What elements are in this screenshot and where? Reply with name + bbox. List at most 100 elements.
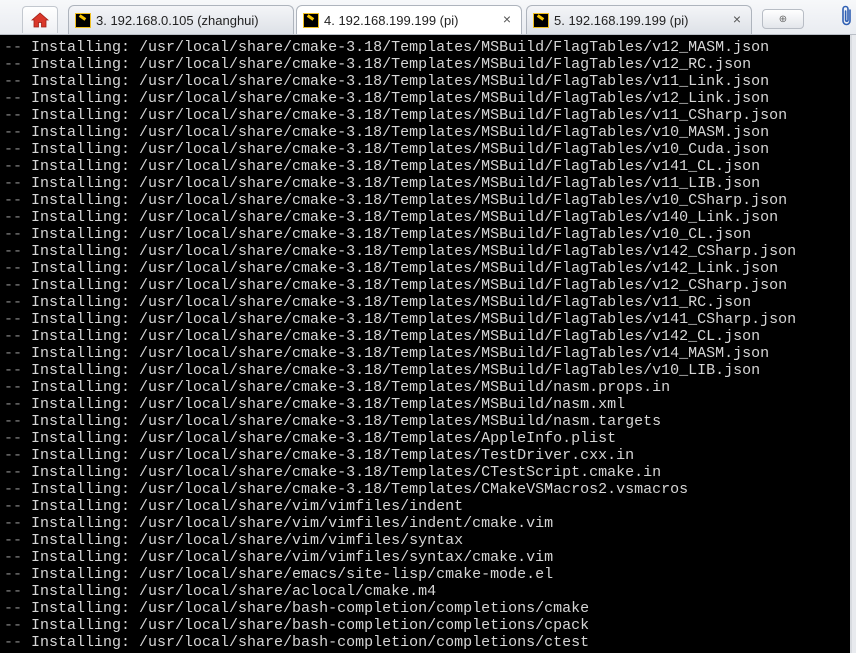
line-text: Installing: /usr/local/share/cmake-3.18/…: [31, 192, 788, 209]
close-icon[interactable]: ×: [503, 11, 511, 27]
terminal-line: -- Installing: /usr/local/share/cmake-3.…: [4, 413, 850, 430]
line-prefix: --: [4, 175, 32, 192]
line-text: Installing: /usr/local/share/cmake-3.18/…: [31, 175, 761, 192]
line-text: Installing: /usr/local/share/cmake-3.18/…: [31, 158, 761, 175]
home-button[interactable]: [22, 6, 58, 33]
terminal-icon: [533, 12, 549, 28]
terminal-line: -- Installing: /usr/local/share/cmake-3.…: [4, 396, 850, 413]
terminal-line: -- Installing: /usr/local/share/cmake-3.…: [4, 73, 850, 90]
line-text: Installing: /usr/local/share/cmake-3.18/…: [31, 413, 662, 430]
line-text: Installing: /usr/local/share/cmake-3.18/…: [31, 464, 662, 481]
tab-session-4[interactable]: 4. 192.168.199.199 (pi) ×: [296, 5, 522, 34]
terminal-line: -- Installing: /usr/local/share/vim/vimf…: [4, 498, 850, 515]
terminal-line: -- Installing: /usr/local/share/cmake-3.…: [4, 277, 850, 294]
terminal-line: -- Installing: /usr/local/share/cmake-3.…: [4, 56, 850, 73]
line-text: Installing: /usr/local/share/cmake-3.18/…: [31, 90, 770, 107]
terminal-line: -- Installing: /usr/local/share/aclocal/…: [4, 583, 850, 600]
line-prefix: --: [4, 39, 32, 56]
line-prefix: --: [4, 243, 32, 260]
line-text: Installing: /usr/local/share/cmake-3.18/…: [31, 311, 797, 328]
line-prefix: --: [4, 90, 32, 107]
line-text: Installing: /usr/local/share/cmake-3.18/…: [31, 124, 770, 141]
line-text: Installing: /usr/local/share/cmake-3.18/…: [31, 107, 788, 124]
line-text: Installing: /usr/local/share/bash-comple…: [31, 634, 590, 651]
line-text: Installing: /usr/local/share/cmake-3.18/…: [31, 294, 752, 311]
line-prefix: --: [4, 447, 32, 464]
line-prefix: --: [4, 634, 32, 651]
terminal-line: -- Installing: /usr/local/share/vim/vimf…: [4, 515, 850, 532]
line-text: Installing: /usr/local/share/emacs/site-…: [31, 566, 554, 583]
line-text: Installing: /usr/local/share/cmake-3.18/…: [31, 141, 770, 158]
terminal-line: -- Installing: /usr/local/share/bash-com…: [4, 634, 850, 651]
line-text: Installing: /usr/local/share/cmake-3.18/…: [31, 56, 752, 73]
line-prefix: --: [4, 532, 32, 549]
line-text: Installing: /usr/local/share/cmake-3.18/…: [31, 39, 770, 56]
terminal-line: -- Installing: /usr/local/share/emacs/si…: [4, 566, 850, 583]
terminal-line: -- Installing: /usr/local/share/cmake-3.…: [4, 260, 850, 277]
terminal-line: -- Installing: /usr/local/share/cmake-3.…: [4, 379, 850, 396]
line-text: Installing: /usr/local/share/cmake-3.18/…: [31, 430, 617, 447]
terminal-line: -- Installing: /usr/local/share/vim/vimf…: [4, 549, 850, 566]
terminal-line: -- Installing: /usr/local/share/bash-com…: [4, 600, 850, 617]
line-prefix: --: [4, 362, 32, 379]
terminal-icon: [75, 12, 91, 28]
tab-session-3[interactable]: 3. 192.168.0.105 (zhanghui): [68, 5, 294, 34]
terminal-line: -- Installing: /usr/local/share/cmake-3.…: [4, 243, 850, 260]
tab-bar: 3. 192.168.0.105 (zhanghui) 4. 192.168.1…: [0, 0, 856, 35]
line-prefix: --: [4, 158, 32, 175]
close-icon[interactable]: ×: [733, 11, 741, 27]
line-prefix: --: [4, 600, 32, 617]
line-prefix: --: [4, 311, 32, 328]
line-text: Installing: /usr/local/share/cmake-3.18/…: [31, 243, 797, 260]
terminal-line: -- Installing: /usr/local/share/cmake-3.…: [4, 447, 850, 464]
line-text: Installing: /usr/local/share/cmake-3.18/…: [31, 226, 752, 243]
line-prefix: --: [4, 56, 32, 73]
line-prefix: --: [4, 549, 32, 566]
line-prefix: --: [4, 396, 32, 413]
terminal-lines: -- Installing: /usr/local/share/cmake-3.…: [0, 35, 850, 651]
new-tab-button[interactable]: ⊕: [762, 9, 804, 29]
terminal-line: -- Installing: /usr/local/share/cmake-3.…: [4, 90, 850, 107]
tab-label: 5. 192.168.199.199 (pi): [554, 12, 689, 28]
terminal-line: -- Installing: /usr/local/share/cmake-3.…: [4, 328, 850, 345]
line-prefix: --: [4, 481, 32, 498]
line-text: Installing: /usr/local/share/cmake-3.18/…: [31, 260, 779, 277]
line-prefix: --: [4, 192, 32, 209]
plus-icon: ⊕: [778, 13, 788, 25]
line-text: Installing: /usr/local/share/cmake-3.18/…: [31, 209, 779, 226]
line-text: Installing: /usr/local/share/vim/vimfile…: [31, 549, 554, 566]
line-prefix: --: [4, 583, 32, 600]
terminal-line: -- Installing: /usr/local/share/cmake-3.…: [4, 124, 850, 141]
line-prefix: --: [4, 141, 32, 158]
line-prefix: --: [4, 413, 32, 430]
line-text: Installing: /usr/local/share/cmake-3.18/…: [31, 396, 626, 413]
terminal-line: -- Installing: /usr/local/share/cmake-3.…: [4, 141, 850, 158]
terminal-line: -- Installing: /usr/local/share/cmake-3.…: [4, 175, 850, 192]
line-text: Installing: /usr/local/share/cmake-3.18/…: [31, 277, 788, 294]
tab-label: 3. 192.168.0.105 (zhanghui): [96, 12, 259, 28]
terminal-line: -- Installing: /usr/local/share/cmake-3.…: [4, 311, 850, 328]
line-prefix: --: [4, 277, 32, 294]
scrollbar[interactable]: [852, 35, 856, 653]
line-text: Installing: /usr/local/share/bash-comple…: [31, 600, 590, 617]
paperclip-icon[interactable]: [838, 4, 856, 28]
line-text: Installing: /usr/local/share/cmake-3.18/…: [31, 73, 770, 90]
line-text: Installing: /usr/local/share/aclocal/cma…: [31, 583, 437, 600]
terminal-line: -- Installing: /usr/local/share/cmake-3.…: [4, 107, 850, 124]
line-text: Installing: /usr/local/share/bash-comple…: [31, 617, 590, 634]
terminal-line: -- Installing: /usr/local/share/cmake-3.…: [4, 39, 850, 56]
terminal-line: -- Installing: /usr/local/share/cmake-3.…: [4, 362, 850, 379]
line-prefix: --: [4, 345, 32, 362]
line-prefix: --: [4, 226, 32, 243]
line-prefix: --: [4, 124, 32, 141]
line-prefix: --: [4, 617, 32, 634]
line-text: Installing: /usr/local/share/vim/vimfile…: [31, 515, 554, 532]
terminal-line: -- Installing: /usr/local/share/cmake-3.…: [4, 481, 850, 498]
terminal-line: -- Installing: /usr/local/share/cmake-3.…: [4, 226, 850, 243]
tab-session-5[interactable]: 5. 192.168.199.199 (pi) ×: [526, 5, 752, 34]
terminal-output[interactable]: -- Installing: /usr/local/share/cmake-3.…: [0, 35, 852, 653]
line-prefix: --: [4, 328, 32, 345]
line-prefix: --: [4, 515, 32, 532]
line-text: Installing: /usr/local/share/cmake-3.18/…: [31, 328, 761, 345]
terminal-line: -- Installing: /usr/local/share/cmake-3.…: [4, 209, 850, 226]
